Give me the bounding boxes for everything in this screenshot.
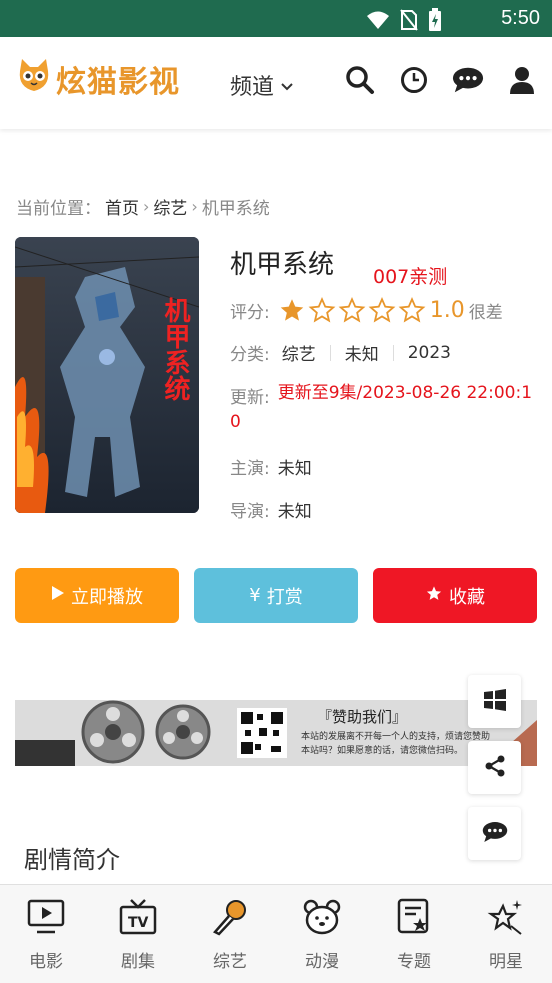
sparkle-star-icon	[486, 897, 526, 937]
history-clock-icon[interactable]	[398, 64, 430, 96]
divider	[392, 344, 394, 361]
channel-label: 频道	[230, 75, 275, 100]
bottom-nav: 电影 TV 剧集 综艺 动漫 专题 明星	[0, 884, 552, 983]
svg-text:TV: TV	[128, 915, 149, 931]
share-icon	[483, 754, 507, 782]
header-icons	[344, 64, 538, 96]
battery-icon	[428, 8, 442, 36]
play-button[interactable]: 立即播放	[15, 568, 179, 623]
reward-button-label: 打赏	[266, 586, 303, 608]
comment-icon	[482, 821, 508, 847]
microphone-icon	[210, 897, 250, 937]
star-icon	[425, 585, 443, 607]
rating-stars	[278, 297, 426, 324]
tv-play-icon	[26, 897, 66, 937]
star-filled-icon	[280, 299, 303, 321]
breadcrumb-prefix: 当前位置：	[16, 199, 101, 219]
nav-label-movies: 电影	[29, 952, 63, 972]
show-tag: 007亲测	[373, 266, 448, 288]
top-header: 炫猫影视 频道	[0, 37, 552, 129]
breadcrumb-separator: ›	[143, 197, 150, 216]
reward-button[interactable]: ¥ 打赏	[194, 568, 358, 623]
favorite-button-label: 收藏	[449, 586, 485, 608]
poster-title-text: 机甲系统	[160, 297, 190, 401]
nav-label-series: 剧集	[121, 952, 155, 972]
category-region[interactable]: 未知	[345, 340, 379, 365]
rating-text: 很差	[468, 303, 503, 323]
tv-icon: TV	[118, 897, 158, 937]
status-icons	[366, 8, 442, 36]
poster-image[interactable]: 机甲系统	[15, 237, 199, 513]
nav-item-topics[interactable]: 专题	[368, 885, 460, 983]
play-button-label: 立即播放	[71, 586, 143, 608]
status-bar: 5:50	[0, 0, 552, 37]
yen-icon: ¥	[249, 585, 261, 606]
cat-logo-icon	[16, 57, 52, 101]
rating-score: 1.0	[429, 298, 465, 323]
category-year[interactable]: 2023	[408, 343, 451, 363]
logo-text: 炫猫影视	[56, 65, 180, 100]
nav-item-anime[interactable]: 动漫	[276, 885, 368, 983]
nav-label-topics: 专题	[397, 952, 431, 972]
breadcrumb: 当前位置： 首页 › 综艺 › 机甲系统	[16, 194, 270, 219]
director-label: 导演:	[230, 502, 270, 522]
breadcrumb-separator: ›	[191, 197, 198, 216]
star-empty-icon	[338, 297, 366, 323]
chevron-down-icon	[280, 73, 294, 98]
topic-star-icon	[394, 897, 434, 937]
update-row: 更新: 更新至9集/2023-08-26 22:00:1	[230, 383, 532, 408]
breadcrumb-variety-link[interactable]: 综艺	[153, 194, 187, 219]
no-sim-icon	[400, 9, 418, 35]
star-empty-icon	[368, 297, 396, 323]
director-row: 导演: 未知	[230, 497, 312, 522]
user-icon[interactable]	[506, 64, 538, 96]
breadcrumb-current: 机甲系统	[201, 199, 270, 219]
divider	[329, 344, 331, 361]
category-row: 分类: 综艺 未知 2023	[230, 340, 451, 366]
comment-float-button[interactable]	[468, 807, 521, 860]
share-float-button[interactable]	[468, 741, 521, 794]
sponsor-banner[interactable]: 『赞助我们』 本站的发展离不开每一个人的支持，烦请您赞助 本站吗？如果愿意的话，…	[15, 700, 537, 766]
windows-float-button[interactable]	[468, 675, 521, 728]
windows-icon	[483, 688, 507, 716]
nav-label-anime: 动漫	[305, 952, 339, 972]
director-value[interactable]: 未知	[278, 497, 312, 522]
star-empty-icon	[308, 297, 336, 323]
nav-label-stars: 明星	[489, 952, 523, 972]
nav-item-movies[interactable]: 电影	[0, 885, 92, 983]
nav-label-variety: 综艺	[213, 952, 247, 972]
synopsis-title: 剧情简介	[24, 846, 120, 874]
banner-title: 『赞助我们』	[317, 708, 408, 726]
category-genre[interactable]: 综艺	[282, 340, 316, 365]
search-icon[interactable]	[344, 64, 376, 96]
nav-item-stars[interactable]: 明星	[460, 885, 552, 983]
nav-item-series[interactable]: TV 剧集	[92, 885, 184, 983]
site-logo[interactable]: 炫猫影视	[16, 57, 180, 101]
cast-row: 主演: 未知	[230, 454, 312, 479]
show-title: 机甲系统	[230, 250, 335, 280]
rating-row: 评分: 1.0 很差	[230, 297, 503, 324]
breadcrumb-home-link[interactable]: 首页	[105, 194, 139, 219]
play-icon	[51, 585, 65, 606]
cast-value[interactable]: 未知	[278, 454, 312, 479]
wifi-icon	[366, 10, 390, 34]
favorite-button[interactable]: 收藏	[373, 568, 537, 623]
cast-label: 主演:	[230, 459, 270, 479]
update-label: 更新:	[230, 388, 270, 408]
update-value: 更新至9集/2023-08-26 22:00:1	[278, 379, 532, 407]
update-value-line2: 0	[230, 412, 241, 432]
rating-label: 评分:	[230, 303, 270, 323]
star-empty-icon	[398, 297, 426, 323]
update-row-wrap: 0	[230, 412, 241, 432]
nav-item-variety[interactable]: 综艺	[184, 885, 276, 983]
message-icon[interactable]	[452, 64, 484, 96]
update-value-line1: 更新至9集/2023-08-26 22:00:1	[277, 383, 533, 403]
bear-icon	[302, 897, 342, 937]
channel-dropdown[interactable]: 频道	[230, 69, 294, 101]
category-label: 分类:	[230, 345, 270, 365]
status-time: 5:50	[501, 7, 540, 29]
